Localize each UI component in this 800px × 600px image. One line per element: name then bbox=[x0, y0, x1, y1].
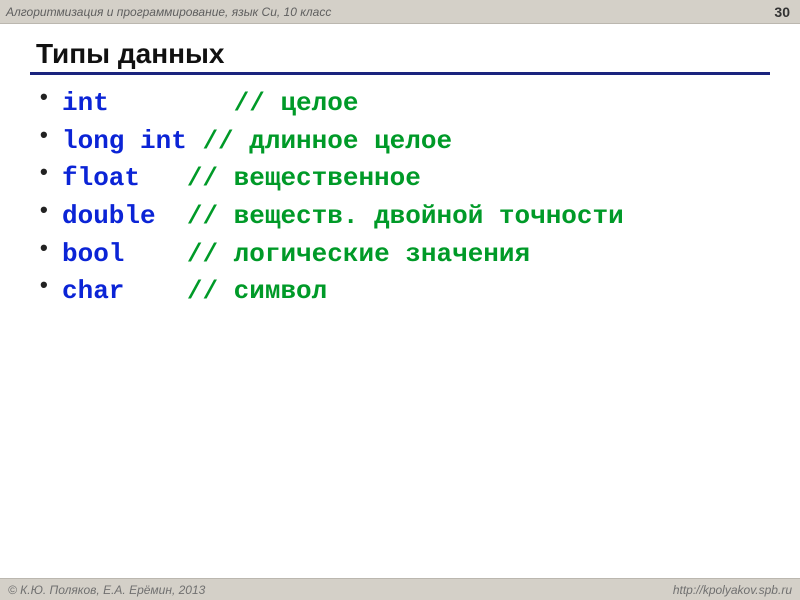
slide: Алгоритмизация и программирование, язык … bbox=[0, 0, 800, 600]
type-keyword: double bbox=[62, 201, 156, 231]
bottom-bar: © К.Ю. Поляков, Е.А. Ерёмин, 2013 http:/… bbox=[0, 578, 800, 600]
top-bar: Алгоритмизация и программирование, язык … bbox=[0, 0, 800, 24]
list-item: bool // логические значения bbox=[40, 236, 800, 274]
list-item: long int // длинное целое bbox=[40, 123, 800, 161]
page-number: 30 bbox=[774, 4, 790, 20]
pad bbox=[124, 276, 186, 306]
course-title: Алгоритмизация и программирование, язык … bbox=[6, 5, 331, 19]
pad bbox=[109, 88, 234, 118]
pad bbox=[156, 201, 187, 231]
type-comment: // целое bbox=[234, 88, 359, 118]
slide-heading: Типы данных bbox=[30, 38, 770, 75]
heading-wrap: Типы данных bbox=[30, 38, 770, 75]
list-item: double // веществ. двойной точности bbox=[40, 198, 800, 236]
type-keyword: float bbox=[62, 163, 140, 193]
type-comment: // веществ. двойной точности bbox=[187, 201, 624, 231]
type-keyword: bool bbox=[62, 239, 124, 269]
type-keyword: int bbox=[62, 88, 109, 118]
list-item: int // целое bbox=[40, 85, 800, 123]
pad bbox=[140, 163, 187, 193]
type-comment: // длинное целое bbox=[202, 126, 452, 156]
source-url: http://kpolyakov.spb.ru bbox=[673, 583, 792, 597]
type-keyword: char bbox=[62, 276, 124, 306]
type-keyword: long int bbox=[62, 126, 187, 156]
pad bbox=[187, 126, 203, 156]
types-list: int // целое long int // длинное целое f… bbox=[40, 85, 800, 311]
pad bbox=[124, 239, 186, 269]
type-comment: // вещественное bbox=[187, 163, 421, 193]
list-item: float // вещественное bbox=[40, 160, 800, 198]
type-comment: // логические значения bbox=[187, 239, 530, 269]
copyright: © К.Ю. Поляков, Е.А. Ерёмин, 2013 bbox=[8, 583, 205, 597]
type-comment: // символ bbox=[187, 276, 327, 306]
list-item: char // символ bbox=[40, 273, 800, 311]
